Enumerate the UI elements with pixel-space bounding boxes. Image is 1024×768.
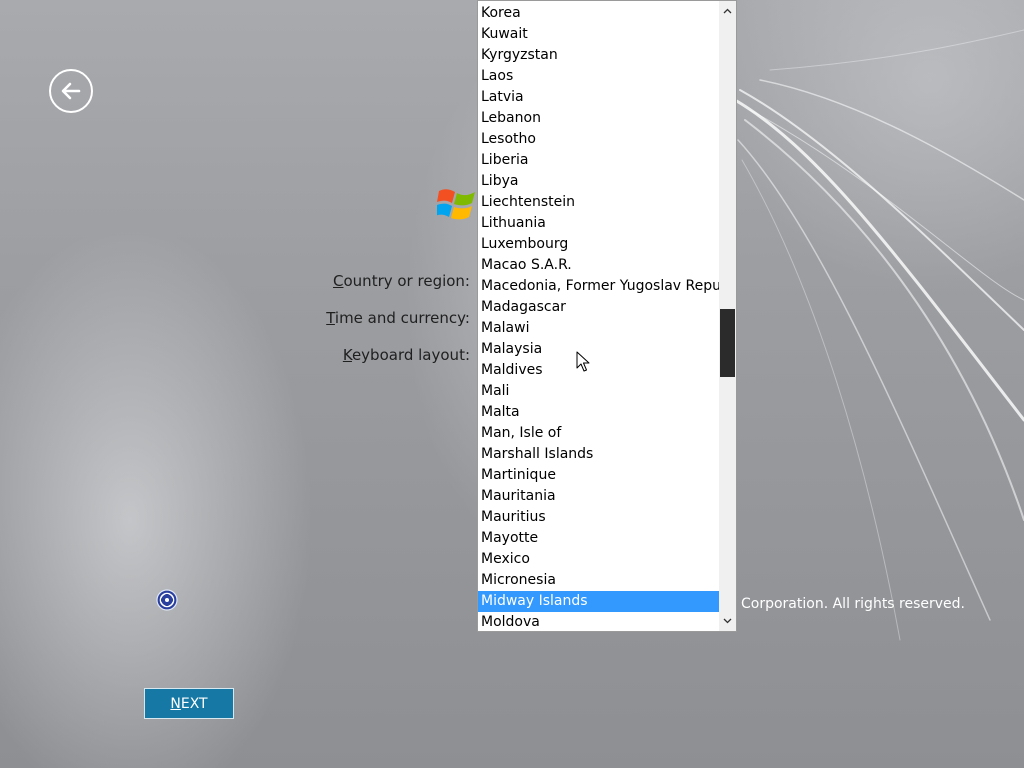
list-item[interactable]: Luxembourg bbox=[478, 234, 720, 255]
dropdown-scrollbar[interactable] bbox=[719, 1, 736, 631]
country-label-accelerator: C bbox=[333, 272, 344, 290]
back-button[interactable] bbox=[49, 69, 93, 113]
scroll-down-button[interactable] bbox=[719, 611, 736, 631]
scroll-thumb[interactable] bbox=[720, 309, 735, 377]
list-item[interactable]: Libya bbox=[478, 171, 720, 192]
country-label-text: ountry or region: bbox=[343, 272, 471, 290]
list-item[interactable]: Micronesia bbox=[478, 570, 720, 591]
list-item[interactable]: Latvia bbox=[478, 87, 720, 108]
list-item[interactable]: Mauritania bbox=[478, 486, 720, 507]
list-item[interactable]: Lesotho bbox=[478, 129, 720, 150]
next-button-accelerator: N bbox=[170, 695, 181, 712]
list-item[interactable]: Laos bbox=[478, 66, 720, 87]
scroll-up-button[interactable] bbox=[719, 1, 736, 21]
list-item[interactable]: Kuwait bbox=[478, 24, 720, 45]
time-label-accelerator: T bbox=[326, 309, 335, 327]
dropdown-items: Korea Kuwait Kyrgyzstan Laos Latvia Lebanon Le… bbox=[478, 3, 720, 631]
keyboard-label-text: eyboard layout: bbox=[351, 346, 470, 364]
list-item[interactable]: Martinique bbox=[478, 465, 720, 486]
list-item[interactable]: Marshall Islands bbox=[478, 444, 720, 465]
keyboard-layout-label: Keyboard layout: bbox=[343, 346, 470, 364]
list-item[interactable]: Lithuania bbox=[478, 213, 720, 234]
list-item[interactable]: Kyrgyzstan bbox=[478, 45, 720, 66]
country-region-label: Country or region: bbox=[333, 272, 470, 290]
list-item[interactable]: Macedonia, Former Yugoslav Republic of bbox=[478, 276, 720, 297]
list-item[interactable]: Moldova bbox=[478, 612, 720, 631]
list-item[interactable]: Mexico bbox=[478, 549, 720, 570]
next-button[interactable]: N EXT bbox=[144, 688, 234, 719]
list-item[interactable]: Macao S.A.R. bbox=[478, 255, 720, 276]
time-label-text: ime and currency: bbox=[334, 309, 470, 327]
list-item[interactable]: Midway Islands bbox=[478, 591, 720, 612]
copyright-text: Corporation. All rights reserved. bbox=[741, 596, 966, 612]
windows-logo-icon bbox=[437, 189, 475, 220]
chevron-up-icon bbox=[723, 8, 732, 14]
list-item[interactable]: Maldives bbox=[478, 360, 720, 381]
chevron-down-icon bbox=[723, 618, 732, 624]
keyboard-label-accelerator: K bbox=[342, 346, 352, 364]
list-item[interactable]: Mali bbox=[478, 381, 720, 402]
list-item[interactable]: Liechtenstein bbox=[478, 192, 720, 213]
next-button-label: EXT bbox=[180, 695, 208, 712]
back-arrow-icon bbox=[61, 82, 81, 100]
time-currency-label: Time and currency: bbox=[326, 309, 470, 327]
list-item[interactable]: Liberia bbox=[478, 150, 720, 171]
list-item[interactable]: Mauritius bbox=[478, 507, 720, 528]
list-item[interactable]: Madagascar bbox=[478, 297, 720, 318]
country-dropdown-list[interactable]: Korea Kuwait Kyrgyzstan Laos Latvia Lebanon Le… bbox=[477, 0, 737, 632]
list-item[interactable]: Man, Isle of bbox=[478, 423, 720, 444]
list-item[interactable]: Lebanon bbox=[478, 108, 720, 129]
ease-of-access-icon[interactable] bbox=[156, 589, 178, 611]
list-item[interactable]: Mayotte bbox=[478, 528, 720, 549]
list-item[interactable]: Malta bbox=[478, 402, 720, 423]
list-item[interactable]: Korea bbox=[478, 3, 720, 24]
list-item[interactable]: Malawi bbox=[478, 318, 720, 339]
list-item[interactable]: Malaysia bbox=[478, 339, 720, 360]
